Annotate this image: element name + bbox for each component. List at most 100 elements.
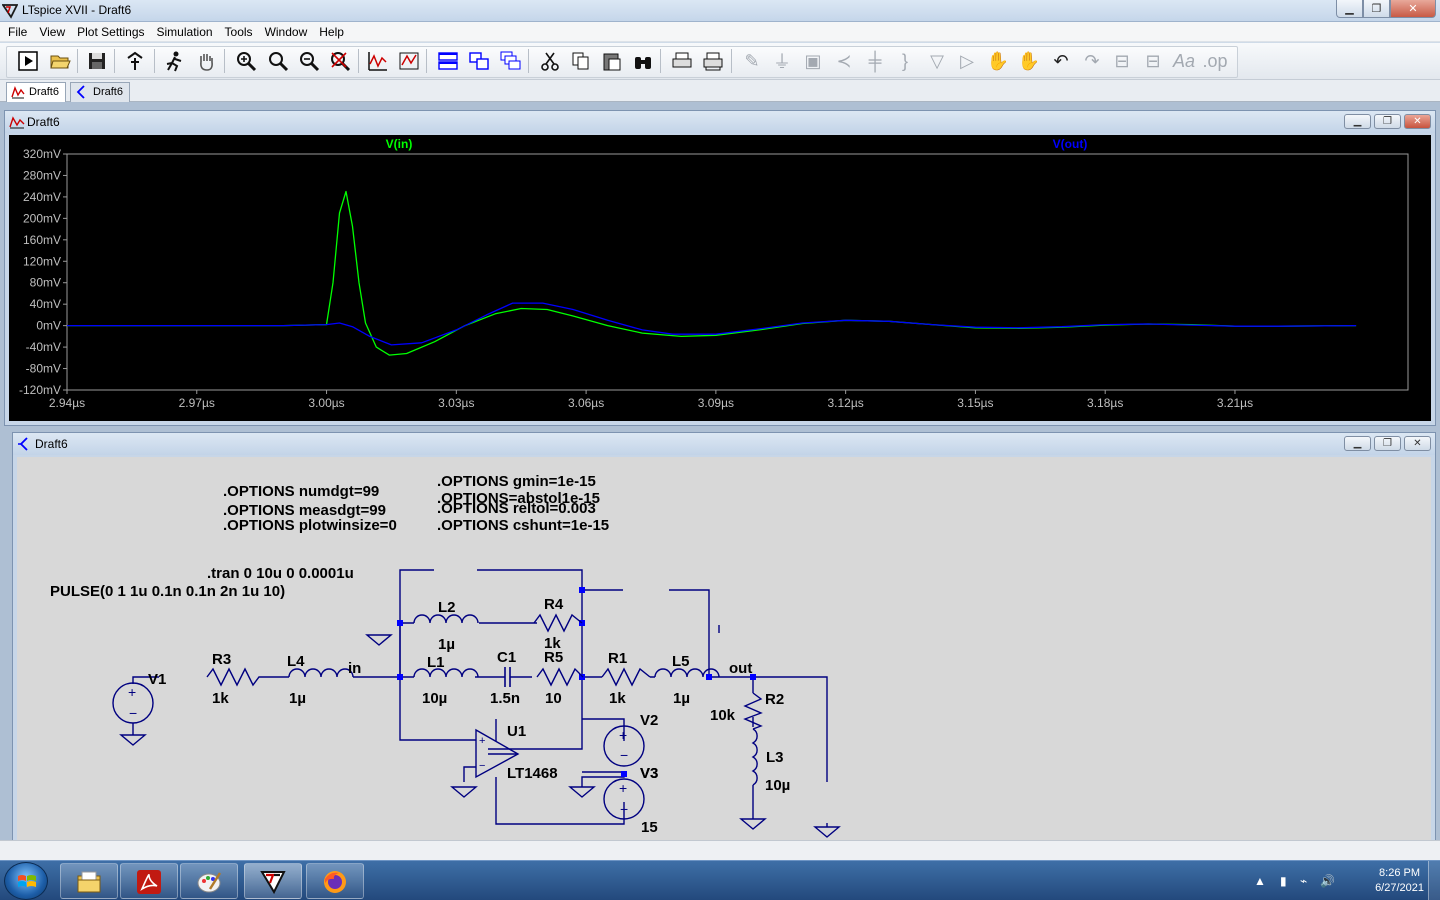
l4-value[interactable]: 1µ xyxy=(289,690,306,707)
print-preview-icon[interactable] xyxy=(701,49,725,73)
undo-icon[interactable]: ↶ xyxy=(1049,49,1073,73)
tab-schematic-draft6[interactable]: Draft6 xyxy=(70,82,130,102)
l5-label[interactable]: L5 xyxy=(672,653,690,670)
ground-icon[interactable]: ⏚ xyxy=(770,49,794,73)
u1-label[interactable]: U1 xyxy=(507,723,526,740)
c1-label[interactable]: C1 xyxy=(497,649,516,666)
r1-label[interactable]: R1 xyxy=(608,650,627,667)
pan-hand-icon[interactable] xyxy=(194,49,218,73)
pick-visible-traces-icon[interactable] xyxy=(397,49,421,73)
tray-overflow-icon[interactable]: ▲ xyxy=(1254,874,1266,888)
drag-hand-icon[interactable]: ✋ xyxy=(1017,49,1041,73)
label-net-icon[interactable]: ▣ xyxy=(801,49,825,73)
directive-cshunt[interactable]: .OPTIONS cshunt=1e-15 xyxy=(437,517,609,534)
r5-value[interactable]: 10 xyxy=(545,690,562,707)
v2-label[interactable]: V2 xyxy=(640,712,658,729)
r1-value[interactable]: 1k xyxy=(609,690,626,707)
waveform-restore-button[interactable]: ❐ xyxy=(1374,114,1401,129)
taskbar-paint[interactable] xyxy=(180,863,238,899)
move-hand-icon[interactable]: ✋ xyxy=(986,49,1010,73)
open-folder-icon[interactable] xyxy=(48,49,72,73)
component-icon[interactable]: ▷ xyxy=(955,49,979,73)
directive-gmin[interactable]: .OPTIONS gmin=1e-15 xyxy=(437,473,596,490)
zoom-pan-icon[interactable] xyxy=(266,49,290,73)
l2-label[interactable]: L2 xyxy=(438,599,456,616)
l1-label[interactable]: L1 xyxy=(427,654,445,671)
menu-view[interactable]: View xyxy=(33,22,71,42)
rotate-icon[interactable]: ⊟ xyxy=(1110,49,1134,73)
waveform-close-button[interactable]: ✕ xyxy=(1404,114,1431,129)
v3-label[interactable]: V3 xyxy=(640,765,658,782)
run-icon[interactable] xyxy=(16,49,40,73)
autorange-icon[interactable] xyxy=(366,49,390,73)
network-signal-icon[interactable]: ▮ xyxy=(1280,874,1287,888)
l1-value[interactable]: 10µ xyxy=(422,690,447,707)
menu-simulation[interactable]: Simulation xyxy=(151,22,219,42)
minimize-button[interactable]: ▁ xyxy=(1336,0,1363,18)
taskbar-ltspice[interactable] xyxy=(244,863,302,899)
menu-tools[interactable]: Tools xyxy=(219,22,259,42)
trace-vout[interactable] xyxy=(67,302,1357,346)
source-pulse-value[interactable]: PULSE(0 1 1u 0.1n 0.1n 2n 1u 10) xyxy=(50,583,285,600)
control-panel-icon[interactable] xyxy=(123,49,147,73)
resistor-icon[interactable]: ≺ xyxy=(832,49,856,73)
r3-label[interactable]: R3 xyxy=(212,651,231,668)
draw-wire-icon[interactable]: ✎ xyxy=(740,49,764,73)
menu-window[interactable]: Window xyxy=(259,22,314,42)
find-binoculars-icon[interactable] xyxy=(631,49,655,73)
mirror-icon[interactable]: ⊟ xyxy=(1141,49,1165,73)
text-icon[interactable]: Aa xyxy=(1172,49,1196,73)
print-icon[interactable] xyxy=(670,49,694,73)
save-icon[interactable] xyxy=(85,49,109,73)
capacitor-icon[interactable]: ╪ xyxy=(863,49,887,73)
diode-icon[interactable]: ▽ xyxy=(925,49,949,73)
waveform-plot[interactable]: 320mV 280mV 240mV 200mV 160mV 120mV 80mV 40mV 0m… xyxy=(9,135,1433,423)
zoom-out-icon[interactable] xyxy=(297,49,321,73)
waveform-plot-pane[interactable]: 320mV 280mV 240mV 200mV 160mV 120mV 80mV 40mV 0m… xyxy=(9,135,1431,421)
taskbar-firefox[interactable] xyxy=(306,863,364,899)
net-out-label[interactable]: out xyxy=(729,660,752,677)
l2-value[interactable]: 1µ xyxy=(438,636,455,653)
halt-run-icon[interactable] xyxy=(162,49,186,73)
u1-model[interactable]: LT1468 xyxy=(507,765,558,782)
trace-label-vin[interactable]: V(in) xyxy=(386,137,413,151)
copy-icon[interactable] xyxy=(569,49,593,73)
start-button[interactable] xyxy=(4,862,48,900)
r2-value[interactable]: 10k xyxy=(710,707,736,724)
power-icon[interactable]: ⌁ xyxy=(1300,874,1307,888)
taskbar-explorer[interactable] xyxy=(60,863,118,899)
directive-reltol[interactable]: .OPTIONS reltol=0.003 xyxy=(437,500,596,517)
spice-directive-icon[interactable]: .op xyxy=(1202,49,1227,73)
v3-value[interactable]: 15 xyxy=(641,819,658,836)
r5-label[interactable]: R5 xyxy=(544,649,563,666)
tile-vertical-icon[interactable] xyxy=(467,49,491,73)
zoom-fit-icon[interactable] xyxy=(328,49,352,73)
menu-plot-settings[interactable]: Plot Settings xyxy=(71,22,150,42)
directive-tran[interactable]: .tran 0 10u 0 0.0001u xyxy=(207,565,354,582)
v1-label[interactable]: V1 xyxy=(148,671,166,688)
schematic-restore-button[interactable]: ❐ xyxy=(1374,436,1401,451)
r3-value[interactable]: 1k xyxy=(212,690,229,707)
r2-label[interactable]: R2 xyxy=(765,691,784,708)
l4-label[interactable]: L4 xyxy=(287,653,305,670)
taskbar-acrobat[interactable] xyxy=(120,863,178,899)
r4-label[interactable]: R4 xyxy=(544,596,564,613)
menu-help[interactable]: Help xyxy=(313,22,350,42)
directive-plotwinsize[interactable]: .OPTIONS plotwinsize=0 xyxy=(223,517,397,534)
schematic-minimize-button[interactable]: ▁ xyxy=(1344,436,1371,451)
clock[interactable]: 8:26 PM 6/27/2021 xyxy=(1375,866,1424,896)
tile-horizontal-icon[interactable] xyxy=(436,49,460,73)
tab-waveform-draft6[interactable]: Draft6 xyxy=(6,82,66,102)
trace-label-vout[interactable]: V(out) xyxy=(1053,137,1088,151)
restore-button[interactable]: ❐ xyxy=(1363,0,1390,18)
cascade-icon[interactable] xyxy=(498,49,522,73)
zoom-in-icon[interactable] xyxy=(234,49,258,73)
close-button[interactable]: ✕ xyxy=(1390,0,1436,18)
show-desktop-button[interactable] xyxy=(1428,861,1440,900)
l5-value[interactable]: 1µ xyxy=(673,690,690,707)
schematic-close-button[interactable]: ✕ xyxy=(1404,436,1431,451)
c1-value[interactable]: 1.5n xyxy=(490,690,520,707)
l3-value[interactable]: 10µ xyxy=(765,777,790,794)
directive-numdgt[interactable]: .OPTIONS numdgt=99 xyxy=(223,483,379,500)
schematic-drawing[interactable]: .OPTIONS numdgt=99 .OPTIONS measdgt=99 .… xyxy=(17,457,1433,843)
